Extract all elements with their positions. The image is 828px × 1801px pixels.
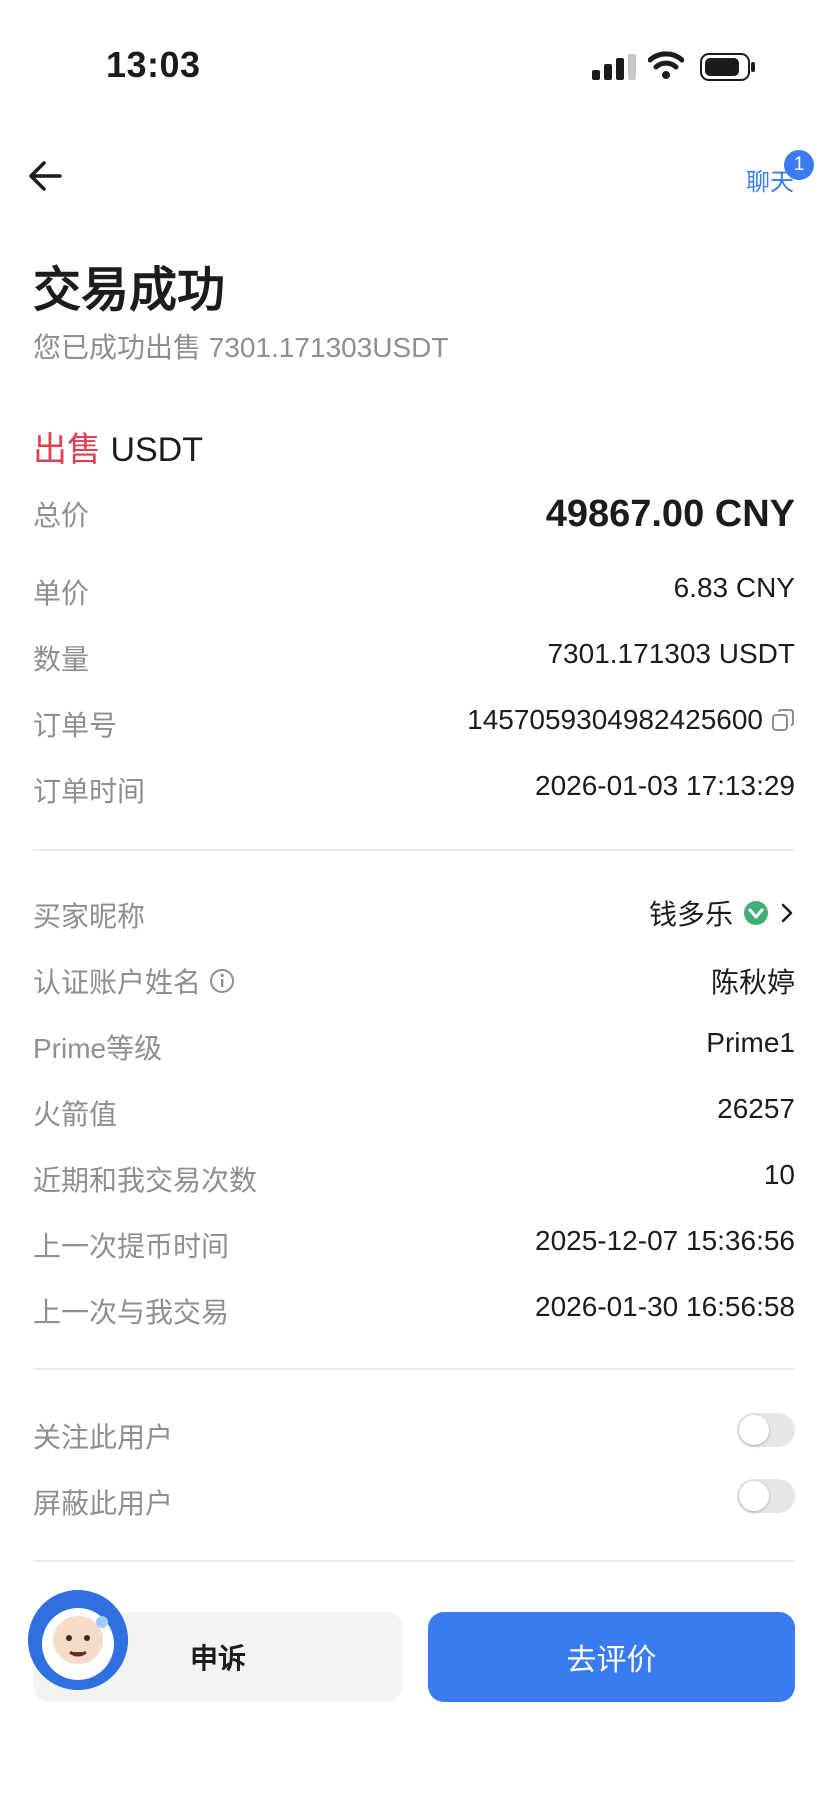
- side-label: 出售: [33, 431, 101, 469]
- verified-shield-icon: [744, 901, 768, 925]
- order-no-label: 订单号: [33, 710, 118, 741]
- buyer-nickname-value: 钱多乐: [648, 899, 733, 930]
- cellular-signal-icon: [592, 54, 636, 80]
- rocket-value-label: 火箭值: [33, 1099, 118, 1130]
- divider: [33, 1560, 795, 1562]
- order-time-value: 2026-01-03 17:13:29: [535, 770, 795, 801]
- battery-icon: [700, 53, 755, 81]
- chevron-right-icon: [781, 903, 793, 923]
- quantity-value: 7301.171303 USDT: [547, 638, 795, 669]
- total-label: 总价: [33, 500, 90, 531]
- asset-label: USDT: [110, 431, 204, 469]
- review-button[interactable]: 去评价: [428, 1612, 795, 1702]
- support-avatar-icon[interactable]: [28, 1590, 128, 1690]
- last-withdraw-label: 上一次提币时间: [33, 1231, 230, 1262]
- block-user-toggle[interactable]: [737, 1479, 795, 1513]
- prime-level-label: Prime等级: [33, 1033, 163, 1064]
- divider: [33, 1368, 795, 1370]
- order-no-row: 1457059304982425600: [467, 704, 795, 736]
- follow-user-toggle[interactable]: [737, 1413, 795, 1447]
- appeal-label: 申诉: [189, 1643, 246, 1674]
- order-no-value: 1457059304982425600: [467, 704, 763, 735]
- buyer-nickname-row[interactable]: 钱多乐: [649, 893, 795, 933]
- chat-unread-badge: 1: [784, 150, 814, 180]
- status-time: 13:03: [106, 44, 201, 85]
- last-trade-label: 上一次与我交易: [33, 1297, 230, 1328]
- divider: [33, 849, 795, 851]
- verified-name-value: 陈秋婷: [710, 967, 795, 998]
- block-user-label: 屏蔽此用户: [33, 1488, 174, 1519]
- last-withdraw-value: 2025-12-07 15:36:56: [535, 1225, 795, 1256]
- wifi-icon: [648, 51, 684, 79]
- prime-level-value: Prime1: [706, 1027, 795, 1058]
- page-title: 交易成功: [33, 264, 226, 317]
- quantity-label: 数量: [33, 644, 90, 675]
- recent-trades-value: 10: [763, 1159, 795, 1190]
- verified-name-label: 认证账户姓名: [33, 967, 202, 998]
- buyer-nickname-label: 买家昵称: [33, 901, 146, 932]
- unit-price-value: 6.83 CNY: [673, 572, 795, 603]
- unit-price-label: 单价: [33, 578, 90, 609]
- copy-icon[interactable]: [771, 708, 795, 732]
- total-value: 49867.00 CNY: [545, 493, 795, 535]
- follow-user-label: 关注此用户: [33, 1422, 174, 1453]
- rocket-value: 26257: [717, 1093, 795, 1124]
- order-time-label: 订单时间: [33, 776, 146, 807]
- last-trade-value: 2026-01-30 16:56:58: [535, 1291, 795, 1322]
- review-label: 去评价: [566, 1644, 657, 1677]
- trade-side: 出售 USDT: [33, 422, 203, 471]
- recent-trades-label: 近期和我交易次数: [33, 1165, 258, 1196]
- info-icon[interactable]: [209, 968, 235, 994]
- page-subtitle: 您已成功出售 7301.171303USDT: [33, 332, 449, 363]
- verified-name-label-row: 认证账户姓名: [33, 961, 235, 1001]
- back-arrow-icon[interactable]: [26, 156, 66, 196]
